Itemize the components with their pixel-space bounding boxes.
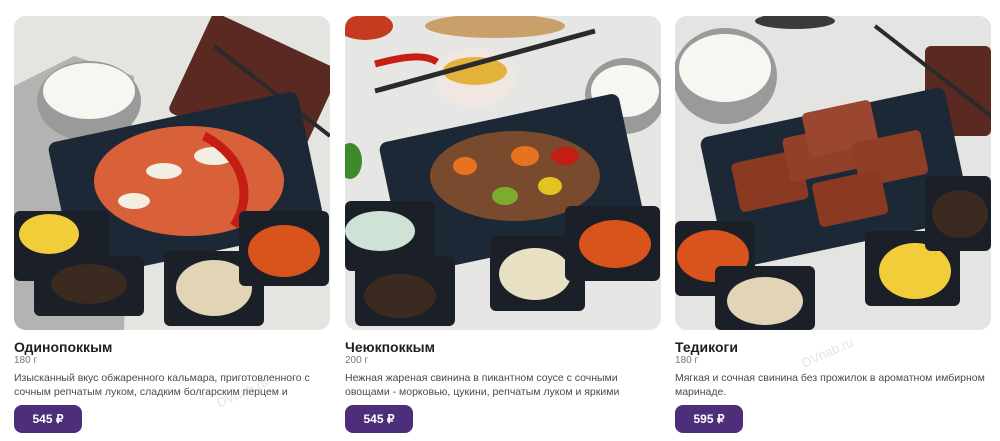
product-title[interactable]: Одинопоккым	[14, 339, 330, 355]
product-description: Мягкая и сочная свинина без прожилок в а…	[675, 372, 985, 398]
product-card[interactable]: Тедикоги 180 г Мягкая и сочная свинина б…	[675, 16, 991, 441]
product-photo-pork[interactable]	[345, 16, 661, 330]
product-weight: 180 г	[675, 355, 699, 366]
add-to-cart-button[interactable]: 595 ₽	[675, 405, 743, 433]
add-to-cart-button[interactable]: 545 ₽	[14, 405, 82, 433]
product-grid: Одинопоккым 180 г Изысканный вкус обжаре…	[14, 16, 994, 441]
product-weight: 200 г	[345, 355, 369, 366]
product-description: Изысканный вкус обжаренного кальмара, пр…	[14, 372, 310, 398]
product-weight: 180 г	[14, 355, 38, 366]
product-photo-squid[interactable]	[14, 16, 330, 330]
product-card[interactable]: Одинопоккым 180 г Изысканный вкус обжаре…	[14, 16, 330, 441]
product-photo-tedikogi[interactable]	[675, 16, 991, 330]
product-description: Нежная жареная свинина в пикантном соусе…	[345, 372, 620, 398]
product-title[interactable]: Тедикоги	[675, 339, 991, 355]
product-card[interactable]: Чеюкпоккым 200 г Нежная жареная свинина …	[345, 16, 661, 441]
product-title[interactable]: Чеюкпоккым	[345, 339, 661, 355]
spicy-pork-stir-fry-image	[345, 16, 661, 330]
squid-stir-fry-image	[14, 16, 330, 330]
ginger-pork-image	[675, 16, 991, 330]
add-to-cart-button[interactable]: 545 ₽	[345, 405, 413, 433]
